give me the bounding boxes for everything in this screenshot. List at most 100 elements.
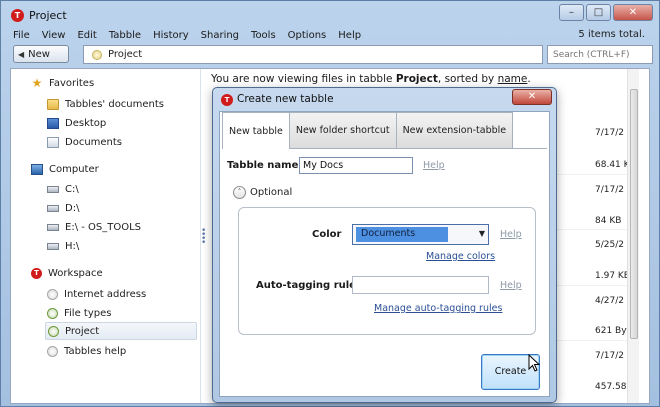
tab-new-extension-tabble[interactable]: New extension-tabble bbox=[395, 112, 514, 148]
tabbles-logo-icon: T bbox=[11, 9, 24, 22]
maximize-button[interactable]: □ bbox=[586, 4, 611, 21]
address-bar[interactable]: Project bbox=[83, 45, 543, 64]
tabbles-logo-icon: T bbox=[221, 94, 233, 106]
toolbar: ◀ New Project bbox=[7, 44, 655, 65]
tab-new-tabble[interactable]: New tabble bbox=[222, 112, 290, 149]
dialog-tabs: New tabble New folder shortcut New exten… bbox=[222, 112, 514, 149]
viewing-caption: You are now viewing files in tabble Proj… bbox=[211, 73, 531, 85]
sidebar-item-label: File types bbox=[64, 307, 112, 319]
tabble-icon bbox=[92, 49, 102, 60]
sidebar-item-label: H:\ bbox=[65, 240, 80, 252]
back-arrow-icon: ◀ bbox=[18, 49, 25, 59]
auto-tagging-label: Auto-tagging rule bbox=[256, 280, 356, 291]
tabble-name-field[interactable] bbox=[299, 157, 413, 174]
desktop-icon bbox=[47, 117, 59, 129]
sidebar-item-label: C:\ bbox=[65, 183, 79, 195]
new-button[interactable]: ◀ New bbox=[13, 45, 69, 63]
sidebar-item-e-drive[interactable]: E:\ - OS_TOOLS bbox=[47, 218, 199, 236]
minimize-button[interactable]: – bbox=[559, 4, 584, 21]
optional-group: Color Documents ▼ Help Manage colors Aut… bbox=[238, 207, 536, 335]
sidebar-item-label: Tabbles' documents bbox=[65, 98, 165, 110]
drive-icon bbox=[47, 223, 59, 231]
menu-history[interactable]: History bbox=[147, 30, 195, 41]
tabble-icon bbox=[48, 325, 59, 337]
dialog-title: Create new tabble bbox=[237, 93, 334, 105]
viewing-tabble[interactable]: Project bbox=[396, 73, 438, 85]
tabble-icon bbox=[47, 307, 58, 319]
computer-header[interactable]: Computer bbox=[31, 164, 99, 175]
color-label: Color bbox=[312, 229, 342, 240]
dialog-body: New tabble New folder shortcut New exten… bbox=[219, 111, 550, 397]
tabble-name-help-link[interactable]: Help bbox=[423, 160, 445, 171]
viewing-end: . bbox=[527, 73, 531, 85]
optional-toggle[interactable]: ˄ Optional bbox=[233, 186, 292, 199]
menu-file[interactable]: File bbox=[7, 30, 36, 41]
chevron-down-icon: ▼ bbox=[478, 229, 485, 238]
favorites-header[interactable]: ★ Favorites bbox=[31, 76, 95, 90]
menu-edit[interactable]: Edit bbox=[71, 30, 102, 41]
viewing-prefix: You are now viewing files in tabble bbox=[211, 73, 396, 85]
dialog-close-button[interactable]: ✕ bbox=[512, 89, 552, 105]
sidebar-item-internet-address[interactable]: Internet address bbox=[47, 285, 199, 303]
sidebar-item-documents[interactable]: Documents bbox=[47, 133, 199, 151]
workspace-header[interactable]: T Workspace bbox=[31, 268, 103, 279]
items-total: 5 items total. bbox=[578, 29, 645, 40]
sidebar-item-c-drive[interactable]: C:\ bbox=[47, 180, 199, 198]
sidebar-item-label: D:\ bbox=[65, 202, 80, 214]
tab-new-folder-shortcut[interactable]: New folder shortcut bbox=[288, 112, 397, 148]
sidebar-item-file-types[interactable]: File types bbox=[47, 304, 199, 322]
menu-tools[interactable]: Tools bbox=[245, 30, 282, 41]
sidebar-item-label: Documents bbox=[65, 136, 123, 148]
color-selected-value: Documents bbox=[356, 227, 448, 242]
star-folder-icon: ★ bbox=[31, 76, 43, 90]
menu-bar: File View Edit Tabble History Sharing To… bbox=[7, 28, 655, 43]
address-text: Project bbox=[108, 49, 143, 60]
close-button[interactable]: ✕ bbox=[613, 4, 653, 21]
sort-by-link[interactable]: name bbox=[498, 73, 528, 85]
tabble-icon bbox=[47, 288, 58, 300]
color-dropdown[interactable]: Documents ▼ bbox=[352, 224, 489, 245]
title-bar: T Project – □ ✕ bbox=[1, 1, 659, 28]
sidebar-item-label: Project bbox=[65, 325, 100, 337]
sidebar-item-tabbles-documents[interactable]: Tabbles' documents bbox=[47, 95, 199, 113]
sidebar-item-tabbles-help[interactable]: Tabbles help bbox=[47, 342, 199, 360]
computer-icon bbox=[31, 164, 43, 175]
menu-view[interactable]: View bbox=[36, 30, 72, 41]
tabble-icon bbox=[47, 345, 58, 357]
window-title: Project bbox=[29, 9, 67, 22]
menu-options[interactable]: Options bbox=[282, 30, 333, 41]
menu-help[interactable]: Help bbox=[332, 30, 367, 41]
favorites-label: Favorites bbox=[49, 78, 95, 89]
search-input[interactable] bbox=[547, 45, 653, 64]
manage-colors-link[interactable]: Manage colors bbox=[426, 251, 495, 262]
menu-sharing[interactable]: Sharing bbox=[195, 30, 245, 41]
sidebar-item-label: Desktop bbox=[65, 117, 107, 129]
auto-tagging-help-link[interactable]: Help bbox=[500, 280, 522, 291]
create-tabble-dialog: T Create new tabble ✕ New tabble New fol… bbox=[212, 87, 557, 403]
sidebar-item-label: Tabbles help bbox=[64, 345, 127, 357]
documents-icon bbox=[47, 136, 59, 148]
manage-auto-tagging-rules-link[interactable]: Manage auto-tagging rules bbox=[374, 303, 502, 314]
viewing-mid: , sorted by bbox=[437, 73, 498, 85]
scrollbar-thumb[interactable] bbox=[630, 89, 638, 339]
computer-label: Computer bbox=[49, 164, 99, 175]
sidebar-item-label: E:\ - OS_TOOLS bbox=[65, 221, 142, 233]
new-button-label: New bbox=[28, 48, 50, 60]
optional-label: Optional bbox=[250, 187, 293, 198]
sidebar-item-h-drive[interactable]: H:\ bbox=[47, 237, 199, 255]
menu-tabble[interactable]: Tabble bbox=[103, 30, 147, 41]
workspace-label: Workspace bbox=[48, 268, 103, 279]
pointer-arrow bbox=[528, 354, 540, 372]
sidebar-item-project[interactable]: Project bbox=[45, 322, 197, 340]
vertical-scrollbar[interactable] bbox=[627, 69, 639, 403]
drive-icon bbox=[47, 185, 59, 193]
drive-icon bbox=[47, 242, 59, 250]
chevron-up-icon: ˄ bbox=[233, 186, 246, 199]
folder-icon bbox=[47, 98, 59, 110]
auto-tagging-field[interactable] bbox=[352, 276, 489, 294]
drive-icon bbox=[47, 204, 59, 212]
sidebar-item-desktop[interactable]: Desktop bbox=[47, 114, 199, 132]
color-help-link[interactable]: Help bbox=[500, 229, 522, 240]
sidebar-item-d-drive[interactable]: D:\ bbox=[47, 199, 199, 217]
sidebar-item-label: Internet address bbox=[64, 288, 147, 300]
